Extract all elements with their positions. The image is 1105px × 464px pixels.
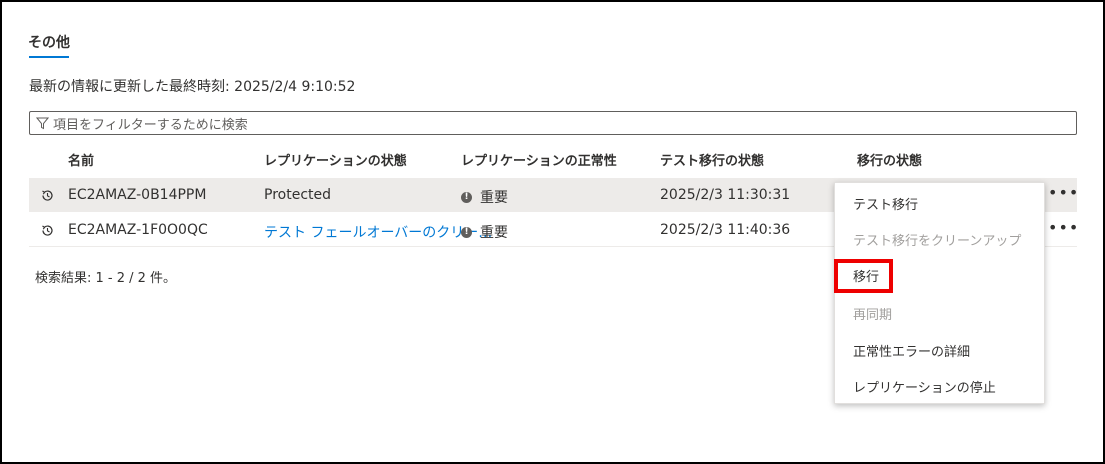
replication-state-link[interactable]: テスト フェールオーバーのクリー… bbox=[264, 222, 492, 242]
vm-name: EC2AMAZ-0B14PPM bbox=[68, 187, 207, 203]
history-icon bbox=[42, 225, 53, 236]
tab-underline bbox=[29, 56, 69, 58]
results-count: 検索結果: 1 - 2 / 2 件。 bbox=[35, 271, 177, 286]
menu-item-test-migration[interactable]: テスト移行 bbox=[853, 194, 918, 213]
tab-other[interactable]: その他 bbox=[28, 32, 70, 52]
portal-panel: その他 最新の情報に更新した最終時刻: 2025/2/4 9:10:52 項目を… bbox=[0, 0, 1105, 464]
more-actions-icon[interactable]: ••• bbox=[1048, 218, 1079, 237]
test-migration-time: 2025/2/3 11:40:36 bbox=[660, 222, 791, 238]
menu-item-cleanup-test-migration: テスト移行をクリーンアップ bbox=[853, 234, 1022, 249]
filter-placeholder: 項目をフィルターするために検索 bbox=[53, 117, 248, 133]
replication-state: Protected bbox=[264, 187, 331, 203]
health-label: 重要 bbox=[480, 190, 508, 206]
highlight-box bbox=[834, 259, 893, 293]
context-menu: テスト移行 テスト移行をクリーンアップ 移行 再同期 正常性エラーの詳細 レプリ… bbox=[834, 182, 1045, 404]
column-header-replication-health[interactable]: レプリケーションの正常性 bbox=[461, 150, 617, 169]
column-header-migration-state[interactable]: 移行の状態 bbox=[857, 150, 922, 169]
health-label: 重要 bbox=[480, 225, 508, 241]
health-status: ! 重要 bbox=[461, 222, 508, 242]
menu-item-resync: 再同期 bbox=[853, 308, 893, 323]
vm-name: EC2AMAZ-1F0O0QC bbox=[68, 222, 208, 238]
warning-icon: ! bbox=[461, 191, 472, 203]
column-header-test-migration[interactable]: テスト移行の状態 bbox=[660, 150, 764, 169]
history-icon bbox=[42, 190, 53, 201]
more-actions-icon[interactable]: ••• bbox=[1048, 183, 1079, 202]
test-migration-time: 2025/2/3 11:30:31 bbox=[660, 187, 791, 203]
health-status: ! 重要 bbox=[461, 187, 508, 207]
last-updated-text: 最新の情報に更新した最終時刻: 2025/2/4 9:10:52 bbox=[29, 79, 356, 95]
filter-input[interactable]: 項目をフィルターするために検索 bbox=[29, 111, 1077, 135]
column-header-name[interactable]: 名前 bbox=[68, 150, 94, 169]
filter-icon bbox=[36, 117, 49, 129]
warning-icon: ! bbox=[461, 226, 472, 238]
menu-item-health-error-details[interactable]: 正常性エラーの詳細 bbox=[853, 341, 970, 360]
column-header-replication-state[interactable]: レプリケーションの状態 bbox=[264, 150, 407, 169]
menu-item-stop-replication[interactable]: レプリケーションの停止 bbox=[853, 377, 996, 396]
